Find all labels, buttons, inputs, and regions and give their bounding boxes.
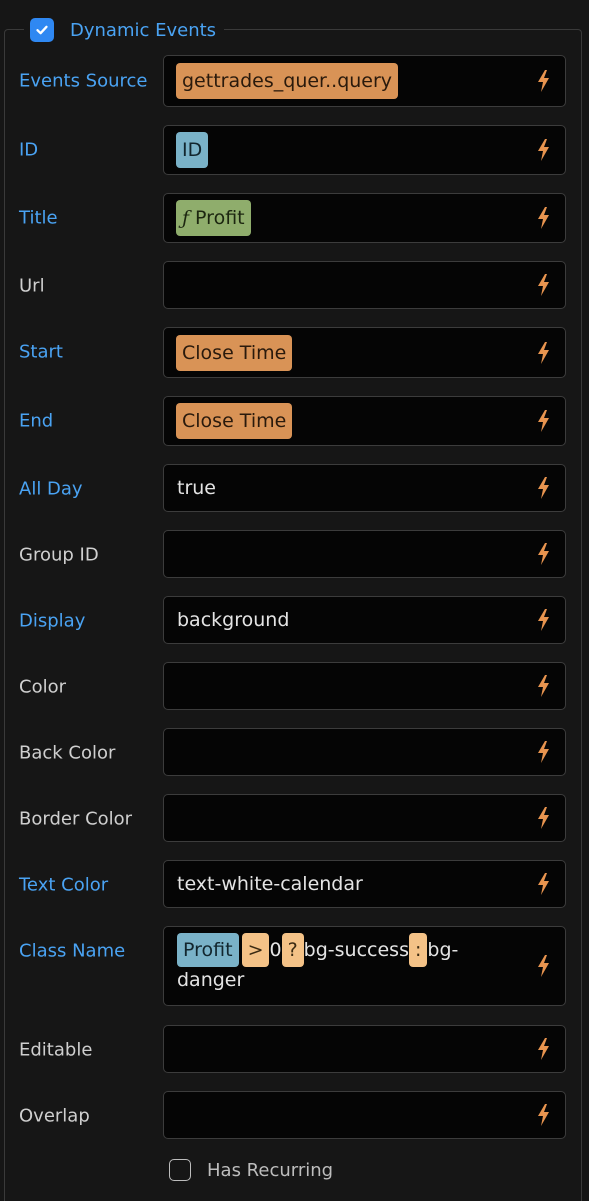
bolt-icon[interactable] — [535, 543, 551, 565]
bolt-icon[interactable] — [535, 207, 551, 229]
class-name-expression: Profit >0? bg-success: bg-danger — [177, 933, 521, 1001]
overlap-input[interactable] — [163, 1091, 566, 1139]
section-header: Dynamic Events — [24, 14, 225, 46]
literal-danger: bg- — [427, 939, 459, 961]
field-label-title: Title — [19, 207, 58, 229]
function-icon: ƒ — [182, 207, 190, 229]
literal-zero: 0 — [269, 939, 282, 961]
field-label-overlap: Overlap — [19, 1105, 90, 1127]
display-input[interactable]: background — [163, 596, 566, 644]
bolt-icon[interactable] — [535, 873, 551, 895]
bolt-icon[interactable] — [535, 807, 551, 829]
close-time-chip[interactable]: Close Time — [176, 334, 293, 371]
field-label-id: ID — [19, 139, 39, 161]
field-label-back-color: Back Color — [19, 742, 116, 764]
check-icon — [36, 25, 48, 35]
field-label-events-source: Events Source — [19, 70, 148, 92]
bolt-icon[interactable] — [535, 477, 551, 499]
has-recurring-label: Has Recurring — [207, 1159, 334, 1181]
bolt-icon[interactable] — [535, 955, 551, 977]
back-color-input[interactable] — [163, 728, 566, 776]
bolt-icon[interactable] — [535, 609, 551, 631]
bolt-icon[interactable] — [535, 139, 551, 161]
id-input[interactable]: ID — [163, 125, 566, 175]
color-input[interactable] — [163, 662, 566, 710]
bolt-icon[interactable] — [535, 675, 551, 697]
editable-input[interactable] — [163, 1025, 566, 1073]
field-label-class-name: Class Name — [19, 940, 126, 962]
field-label-border-color: Border Color — [19, 808, 133, 830]
operator-chip[interactable]: ? — [281, 933, 304, 967]
events-source-input[interactable]: gettrades_quer..query — [163, 55, 566, 107]
bolt-icon[interactable] — [535, 341, 551, 364]
bolt-icon[interactable] — [535, 741, 551, 763]
class-name-input[interactable]: Profit >0? bg-success: bg-danger — [163, 926, 566, 1006]
all-day-input[interactable]: true — [163, 464, 566, 512]
display-value: background — [177, 609, 290, 631]
id-chip[interactable]: ID — [176, 132, 209, 168]
bolt-icon[interactable] — [535, 1104, 551, 1126]
group-id-input[interactable] — [163, 530, 566, 578]
profit-chip[interactable]: Profit — [177, 933, 239, 967]
literal-danger-cont: danger — [177, 969, 245, 991]
operator-chip[interactable]: > — [241, 933, 270, 967]
start-input[interactable]: Close Time — [163, 327, 566, 378]
close-time-chip[interactable]: Close Time — [176, 403, 293, 439]
text-color-value: text-white-calendar — [177, 873, 363, 895]
dynamic-events-checkbox[interactable] — [30, 18, 54, 42]
field-label-end: End — [19, 410, 54, 432]
bolt-icon[interactable] — [535, 274, 551, 296]
bolt-icon[interactable] — [535, 410, 551, 432]
section-title: Dynamic Events — [70, 19, 217, 41]
url-input[interactable] — [163, 261, 566, 309]
field-label-text-color: Text Color — [19, 874, 109, 896]
bolt-icon[interactable] — [535, 70, 551, 92]
field-label-all-day: All Day — [19, 478, 83, 500]
field-label-editable: Editable — [19, 1039, 93, 1061]
title-input[interactable]: ƒ Profit — [163, 193, 566, 243]
field-label-start: Start — [19, 341, 63, 363]
has-recurring-option[interactable]: Has Recurring — [169, 1159, 333, 1181]
field-label-group-id: Group ID — [19, 544, 99, 566]
query-chip[interactable]: gettrades_quer..query — [176, 63, 399, 99]
border-color-input[interactable] — [163, 794, 566, 842]
operator-chip[interactable]: : — [408, 933, 428, 967]
field-label-display: Display — [19, 610, 86, 632]
end-input[interactable]: Close Time — [163, 396, 566, 446]
bolt-icon[interactable] — [535, 1038, 551, 1060]
field-label-url: Url — [19, 275, 45, 297]
literal-success: bg-success — [303, 939, 409, 961]
has-recurring-checkbox[interactable] — [169, 1159, 191, 1181]
profit-chip[interactable]: ƒ Profit — [176, 200, 251, 236]
all-day-value: true — [177, 477, 216, 499]
text-color-input[interactable]: text-white-calendar — [163, 860, 566, 908]
field-label-color: Color — [19, 676, 66, 698]
